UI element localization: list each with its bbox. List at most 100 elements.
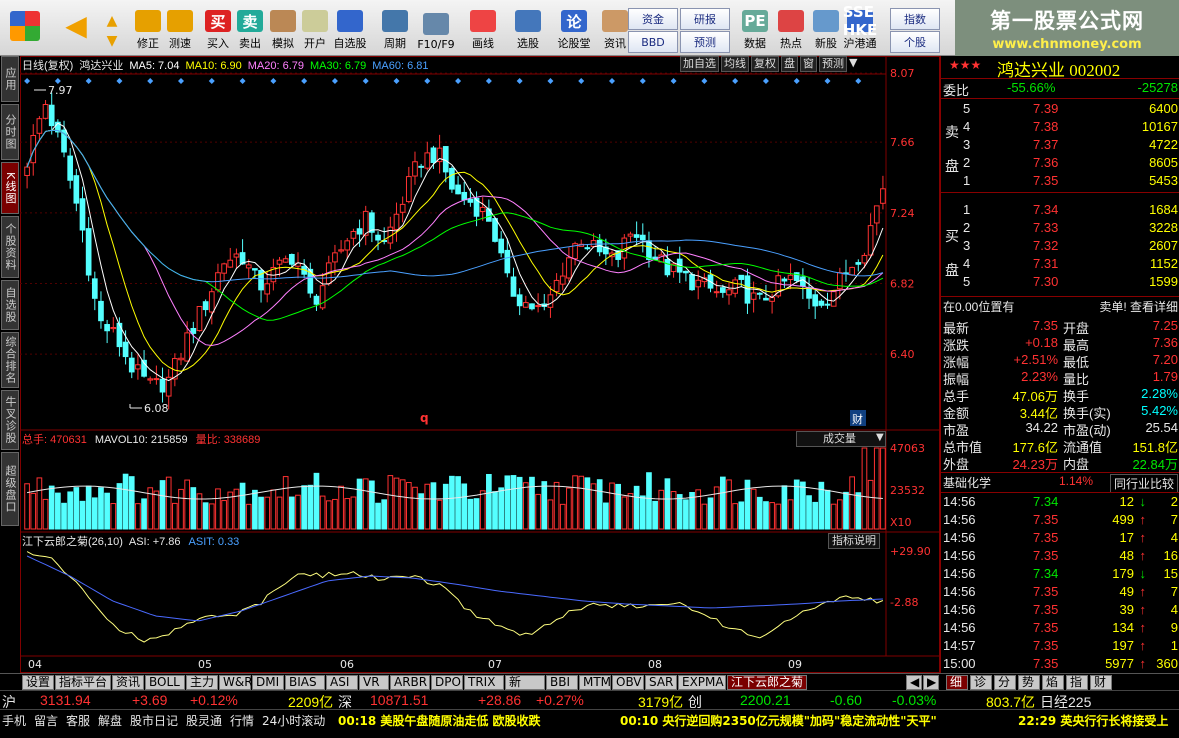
chart-btn-1[interactable]: 均线 [721, 56, 749, 72]
scroll-right-icon[interactable]: ▶ [923, 675, 939, 690]
toolbar-period-button[interactable]: 周期 [373, 2, 417, 54]
left-tab-7[interactable]: 超级盘口 [1, 452, 19, 526]
bid-price[interactable]: 7.33 [1033, 220, 1058, 235]
status-item-0[interactable]: 手机 [2, 712, 26, 729]
indicator-tab-17[interactable]: SAR [645, 675, 677, 690]
status-item-3[interactable]: 解盘 [98, 712, 122, 729]
bid-price[interactable]: 7.30 [1033, 274, 1058, 289]
tick-time: 14:56 [943, 530, 976, 545]
indicator-tab-12[interactable]: TRIX [464, 675, 504, 690]
signal-diamond [578, 78, 585, 84]
indicator-tab-11[interactable]: DPO [431, 675, 463, 690]
status-item-6[interactable]: 行情 [230, 712, 254, 729]
volume-bar [172, 502, 178, 530]
gegu-button[interactable]: 个股 [890, 31, 940, 53]
indicator-tab-2[interactable]: 资讯 [112, 675, 144, 690]
left-tab-6[interactable]: 牛叉诊股 [1, 390, 19, 450]
bid-price[interactable]: 7.32 [1033, 238, 1058, 253]
indicator-tab-4[interactable]: 主力 [186, 675, 218, 690]
ask-price[interactable]: 7.36 [1033, 155, 1058, 170]
indicator-tab-8[interactable]: ASI [326, 675, 358, 690]
toolbar-forum-button[interactable]: 论论股堂 [552, 2, 596, 54]
zhishu-button[interactable]: 指数 [890, 8, 940, 30]
news-ticker-3[interactable]: 22:29 英央行行长将接受上 [1018, 712, 1168, 729]
indicator-tab-15[interactable]: MTM [579, 675, 611, 690]
kline-chart[interactable]: 8.07 7.66 7.24 6.82 6.40 7.97 6.08 q 财 47063 23532… [20, 56, 940, 673]
stat-value: 5.42% [1141, 403, 1178, 418]
status-item-4[interactable]: 股市日记 [130, 712, 178, 729]
candle-body [559, 275, 566, 285]
left-tab-5[interactable]: 综合排名 [1, 332, 19, 388]
indicator-tab-7[interactable]: BIAS [285, 675, 325, 690]
quote-tab-0[interactable]: 细 [946, 675, 968, 690]
ask-level: 2 [963, 155, 971, 170]
ask-price[interactable]: 7.39 [1033, 101, 1058, 116]
sector-compare-button[interactable]: 同行业比较 [1109, 474, 1178, 493]
scroll-left-icon[interactable]: ◀ [906, 675, 922, 690]
chart-btn-3[interactable]: 盘 [781, 56, 798, 72]
yuce-button[interactable]: 预测 [680, 31, 730, 53]
chart-btn-4[interactable]: 窗 [800, 56, 817, 72]
volume-bar [399, 479, 406, 530]
indicator-tab-10[interactable]: ARBR [390, 675, 430, 690]
quote-tab-5[interactable]: 指 [1066, 675, 1088, 690]
toolbar-star-folder-button[interactable]: 自选股 [328, 2, 372, 54]
chart-btn-5[interactable]: 预测 [819, 56, 847, 72]
ask-price[interactable]: 7.35 [1033, 173, 1058, 188]
chevron-down-icon[interactable]: ▼ [876, 432, 884, 443]
indicator-help-button[interactable]: 指标说明 [828, 533, 880, 549]
status-item-7[interactable]: 24小时滚动 [262, 712, 325, 729]
status-item-2[interactable]: 客服 [66, 712, 90, 729]
toolbar-monitor-button[interactable]: 选股 [506, 2, 550, 54]
toolbar-grid-button[interactable]: F10/F9 [414, 2, 458, 54]
quote-tab-2[interactable]: 分 [994, 675, 1016, 690]
up-down-button[interactable]: ▲ ▼ [100, 2, 124, 54]
indicator-tab-6[interactable]: DMI [252, 675, 284, 690]
indicator-tab-14[interactable]: BBI [546, 675, 578, 690]
left-tab-2[interactable]: K线图 [1, 162, 19, 214]
left-tab-1[interactable]: 分时图 [1, 104, 19, 160]
chart-btn-0[interactable]: 加自选 [680, 56, 719, 72]
quote-tab-4[interactable]: 焰 [1042, 675, 1064, 690]
left-tab-0[interactable]: 应用 [1, 56, 19, 102]
candle-body [824, 303, 831, 306]
ask-level: 4 [963, 119, 971, 134]
news-ticker-2[interactable]: 00:10 央行逆回购2350亿元规模"加码"稳定流动性"天平" [620, 712, 937, 729]
status-item-1[interactable]: 留言 [34, 712, 58, 729]
ask-price[interactable]: 7.37 [1033, 137, 1058, 152]
detail-link[interactable]: 卖单! 查看详细 [1099, 298, 1178, 315]
indicator-tab-1[interactable]: 指标平台 [55, 675, 111, 690]
volume-selector[interactable]: 成交量 [796, 431, 886, 447]
toolbar-news-button[interactable]: 资讯 [593, 2, 637, 54]
chart-btn-2[interactable]: 复权 [751, 56, 779, 72]
toolbar-ssehkex-button[interactable]: SSE HKE 沪港通 [838, 2, 882, 54]
bid-price[interactable]: 7.31 [1033, 256, 1058, 271]
candle-body [98, 300, 104, 322]
candle-body [178, 357, 184, 361]
left-tab-4[interactable]: 自选股 [1, 280, 19, 330]
indicator-tab-5[interactable]: W&R [219, 675, 253, 690]
indicator-tab-18[interactable]: EXPMA [678, 675, 726, 690]
quote-tab-1[interactable]: 诊 [970, 675, 992, 690]
indicator-tab-19[interactable]: 江下云郎之菊 [727, 675, 807, 690]
chevron-down-icon[interactable]: ▼ [849, 56, 857, 72]
indicator-tab-9[interactable]: VR [359, 675, 389, 690]
toolbar-pen-button[interactable]: 画线 [461, 2, 505, 54]
indicator-tab-3[interactable]: BOLL [145, 675, 185, 690]
quote-tab-6[interactable]: 财 [1090, 675, 1112, 690]
ask-price[interactable]: 7.38 [1033, 119, 1058, 134]
left-tab-3[interactable]: 个股资料 [1, 216, 19, 278]
quote-tab-3[interactable]: 势 [1018, 675, 1040, 690]
menu-button[interactable] [5, 2, 45, 54]
news-ticker-1[interactable]: 00:18 美股午盘随原油走低 欧股收跌 [338, 712, 541, 729]
indicator-tab-16[interactable]: OBV [612, 675, 644, 690]
indicator-tab-0[interactable]: 设置 [22, 675, 54, 690]
tick-time: 14:56 [943, 620, 976, 635]
back-button[interactable]: ◀ [56, 2, 96, 54]
status-item-5[interactable]: 股灵通 [186, 712, 222, 729]
yanbao-button[interactable]: 研报 [680, 8, 730, 30]
bid-price[interactable]: 7.34 [1033, 202, 1058, 217]
indicator-tab-13[interactable]: 新DMA [505, 675, 545, 702]
volume-bar [541, 481, 548, 530]
candle-body [399, 203, 406, 213]
